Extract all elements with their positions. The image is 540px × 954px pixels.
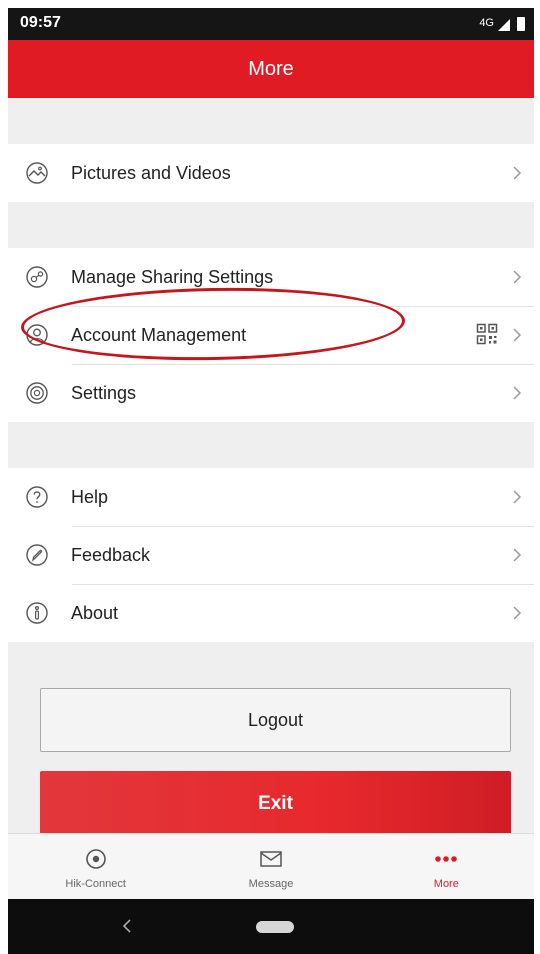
menu-item-pictures-videos[interactable]: Pictures and Videos: [8, 144, 534, 202]
settings-icon: [26, 382, 48, 404]
envelope-icon: [260, 851, 282, 867]
signal-icon: [498, 19, 510, 31]
menu-group-support: Help Feedback About: [8, 468, 534, 642]
feedback-icon: [26, 544, 48, 566]
chevron-right-icon: [513, 490, 522, 504]
home-button[interactable]: [256, 921, 294, 933]
help-icon: [26, 486, 48, 508]
exit-button[interactable]: Exit: [40, 771, 511, 837]
back-icon[interactable]: [120, 918, 134, 934]
menu-group-media: Pictures and Videos: [8, 144, 534, 202]
menu-item-label: Settings: [71, 383, 137, 403]
logout-button[interactable]: Logout: [40, 688, 511, 752]
status-time: 09:57: [20, 14, 61, 31]
menu-item-help[interactable]: Help: [8, 468, 534, 526]
chevron-right-icon: [513, 606, 522, 620]
menu-item-label: Feedback: [71, 545, 151, 565]
info-icon: [26, 602, 48, 624]
tab-message[interactable]: Message: [183, 834, 358, 899]
chevron-right-icon: [513, 548, 522, 562]
chevron-right-icon: [513, 386, 522, 400]
menu-item-about[interactable]: About: [8, 584, 534, 642]
dots-icon: [435, 856, 458, 862]
tab-label: More: [433, 878, 459, 890]
menu-item-label: Pictures and Videos: [71, 163, 231, 183]
phone-screen: 09:57 4G More Pictures and Videos Manage…: [8, 8, 534, 954]
tab-more[interactable]: More: [359, 834, 534, 899]
menu-item-label: About: [71, 603, 119, 623]
menu-item-feedback[interactable]: Feedback: [8, 526, 534, 584]
tab-label: Hik-Connect: [65, 878, 126, 890]
bottom-tab-bar: Hik-Connect Message More: [8, 833, 534, 899]
gallery-icon: [26, 162, 48, 184]
chevron-right-icon: [513, 270, 522, 284]
android-nav-bar: [8, 899, 534, 954]
status-bar: 09:57 4G: [8, 8, 534, 40]
qr-code-icon[interactable]: [476, 323, 498, 345]
camera-eye-icon: [85, 849, 106, 869]
battery-icon: [517, 17, 525, 31]
chevron-right-icon: [513, 328, 522, 342]
menu-item-label: Manage Sharing Settings: [71, 267, 274, 287]
menu-item-settings[interactable]: Settings: [8, 364, 534, 422]
share-icon: [26, 266, 48, 288]
tab-hik-connect[interactable]: Hik-Connect: [8, 834, 183, 899]
menu-item-label: Help: [71, 487, 109, 507]
tab-label: Message: [248, 878, 294, 890]
chevron-right-icon: [513, 166, 522, 180]
page-title: More: [248, 58, 294, 80]
network-type: 4G: [479, 17, 494, 29]
app-header: More: [8, 40, 534, 98]
